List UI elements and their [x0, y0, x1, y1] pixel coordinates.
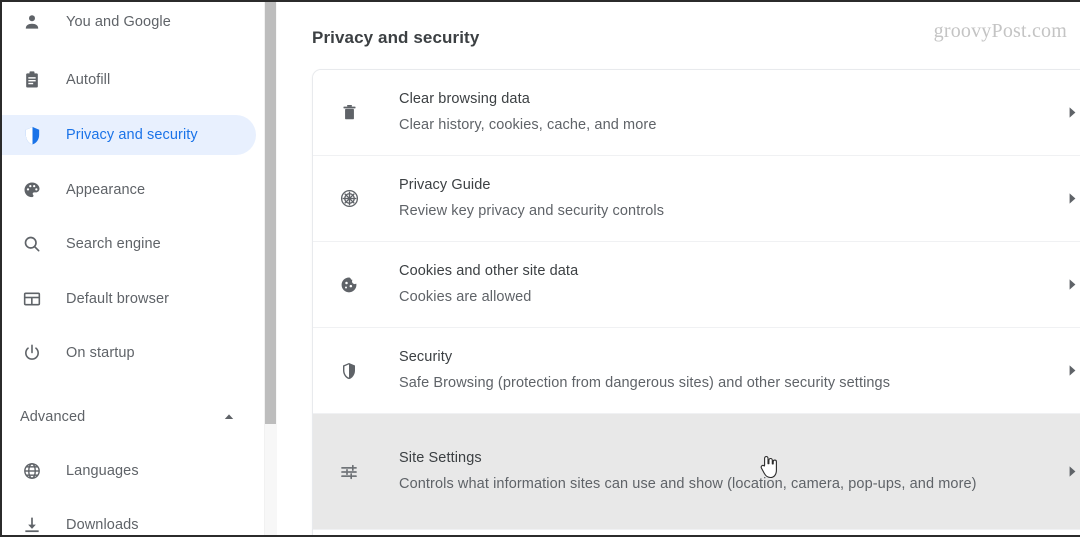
row-security[interactable]: Security Safe Browsing (protection from … [313, 328, 1080, 414]
sidebar-section-label: Advanced [20, 409, 86, 425]
sidebar-item-search-engine[interactable]: Search engine [2, 224, 256, 264]
chevron-right-icon[interactable] [1062, 103, 1080, 123]
sidebar-item-languages[interactable]: Languages [2, 451, 256, 491]
sidebar-item-label: Languages [66, 463, 139, 479]
chevron-right-icon[interactable] [1062, 189, 1080, 209]
settings-sidebar: You and Google Autofill Privacy and secu… [2, 2, 264, 535]
row-title: Site Settings [399, 449, 482, 466]
sidebar-item-label: Downloads [66, 517, 139, 533]
row-next-partial[interactable] [313, 530, 1080, 535]
chevron-right-icon[interactable] [1062, 275, 1080, 295]
shield-outline-icon [337, 359, 361, 383]
download-icon [20, 513, 44, 535]
row-site-settings[interactable]: Site Settings Controls what information … [313, 414, 1080, 530]
sidebar-section-advanced[interactable]: Advanced [2, 397, 256, 437]
row-title: Cookies and other site data [399, 262, 579, 279]
sidebar-scrollbar-thumb[interactable] [265, 2, 276, 424]
chevron-up-icon[interactable] [222, 410, 236, 424]
palette-icon [20, 178, 44, 202]
row-text: Privacy Guide Review key privacy and sec… [399, 174, 1062, 224]
row-text: Clear browsing data Clear history, cooki… [399, 88, 1062, 138]
trash-icon [337, 101, 361, 125]
privacy-settings-card: Clear browsing data Clear history, cooki… [312, 69, 1080, 535]
row-cookies-and-other-site-data[interactable]: Cookies and other site data Cookies are … [313, 242, 1080, 328]
row-title: Clear browsing data [399, 90, 530, 107]
row-subtitle: Review key privacy and security controls [399, 202, 665, 219]
settings-main-panel: Privacy and security groovyPost.com Clea… [278, 2, 1080, 535]
settings-window: You and Google Autofill Privacy and secu… [0, 0, 1080, 537]
row-text: Security Safe Browsing (protection from … [399, 346, 1062, 396]
row-text: Site Settings Controls what information … [399, 447, 1062, 497]
sidebar-item-on-startup[interactable]: On startup [2, 333, 256, 373]
search-icon [20, 232, 44, 256]
row-subtitle: Clear history, cookies, cache, and more [399, 116, 657, 133]
watermark-text: groovyPost.com [933, 20, 1067, 42]
chevron-right-icon[interactable] [1062, 462, 1080, 482]
sidebar-item-appearance[interactable]: Appearance [2, 170, 256, 210]
row-title: Privacy Guide [399, 176, 491, 193]
row-text: Cookies and other site data Cookies are … [399, 260, 1062, 310]
row-clear-browsing-data[interactable]: Clear browsing data Clear history, cooki… [313, 70, 1080, 156]
page-title: Privacy and security [312, 28, 480, 47]
clipboard-icon [20, 68, 44, 92]
cookie-icon [337, 273, 361, 297]
sidebar-item-label: Appearance [66, 182, 146, 198]
sidebar-item-label: On startup [66, 345, 135, 361]
chevron-right-icon[interactable] [1062, 361, 1080, 381]
sidebar-item-label: Default browser [66, 291, 170, 307]
person-icon [20, 10, 44, 34]
sidebar-item-privacy-and-security[interactable]: Privacy and security [2, 115, 256, 155]
shield-icon [20, 123, 44, 147]
sidebar-item-default-browser[interactable]: Default browser [2, 279, 256, 319]
row-title: Security [399, 348, 453, 365]
tune-sliders-icon [337, 460, 361, 484]
row-subtitle: Safe Browsing (protection from dangerous… [399, 374, 891, 391]
globe-icon [20, 459, 44, 483]
sidebar-item-downloads[interactable]: Downloads [2, 505, 256, 535]
sidebar-item-label: You and Google [66, 14, 171, 30]
power-icon [20, 341, 44, 365]
sidebar-item-label: Search engine [66, 236, 161, 252]
sidebar-item-you-and-google[interactable]: You and Google [2, 2, 256, 42]
sidebar-item-label: Autofill [66, 72, 111, 88]
privacy-guide-icon [337, 187, 361, 211]
browser-window-icon [20, 287, 44, 311]
sidebar-item-label: Privacy and security [66, 127, 198, 143]
sidebar-item-autofill[interactable]: Autofill [2, 60, 256, 100]
row-privacy-guide[interactable]: Privacy Guide Review key privacy and sec… [313, 156, 1080, 242]
row-subtitle: Controls what information sites can use … [399, 475, 977, 492]
row-subtitle: Cookies are allowed [399, 288, 532, 305]
